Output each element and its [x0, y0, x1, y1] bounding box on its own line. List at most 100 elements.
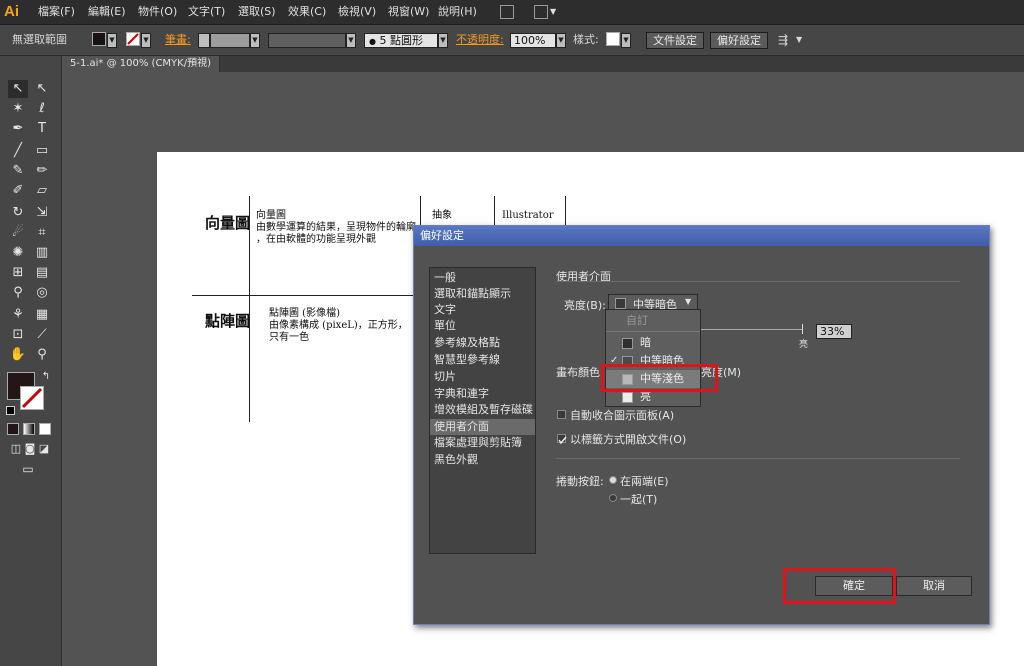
hand-tool-icon[interactable]: ✋ [8, 346, 28, 364]
dialog-title-bar[interactable]: 偏好設定 [414, 226, 989, 246]
bitmap-description-2: 只有一色 [269, 332, 309, 343]
rotate-tool-icon[interactable]: ↻ [8, 204, 28, 222]
category-general[interactable]: 一般 [430, 270, 535, 286]
none-mode-icon[interactable] [39, 423, 51, 435]
chevron-down-icon[interactable]: ▼ [796, 25, 802, 55]
blend-tool-icon[interactable]: ◎ [32, 284, 52, 302]
scroll-together-radio[interactable] [609, 494, 617, 502]
lasso-tool-icon[interactable]: ℓ [32, 100, 52, 118]
paintbrush-tool-icon[interactable]: ✎ [8, 162, 28, 180]
brightness-percent-field[interactable]: 33% [816, 324, 852, 339]
category-slices[interactable]: 切片 [430, 369, 535, 385]
category-plugins[interactable]: 增效模組及暫存磁碟 [430, 402, 535, 418]
menu-edit[interactable]: 編輯(E) [88, 0, 126, 24]
popup-option-dark[interactable]: 暗 [606, 334, 700, 352]
zoom-tool-icon[interactable]: ⚲ [32, 346, 52, 364]
bridge-icon[interactable] [500, 5, 514, 19]
arrange-documents-icon[interactable] [534, 5, 548, 19]
opacity-dropdown-icon[interactable]: ▼ [556, 33, 566, 48]
menu-effect[interactable]: 效果(C) [288, 0, 326, 24]
brush-dropdown-icon[interactable]: ▼ [438, 33, 448, 48]
rectangle-tool-icon[interactable]: ▭ [32, 142, 52, 160]
style-dropdown-icon[interactable]: ▼ [621, 33, 631, 48]
profile-dropdown-icon[interactable]: ▼ [346, 33, 356, 48]
eyedropper-tool-icon[interactable]: ⚲ [8, 284, 28, 302]
style-label: 樣式: [573, 33, 599, 46]
menu-window[interactable]: 視窗(W) [388, 0, 429, 24]
swap-colors-icon[interactable]: ↰ [36, 368, 56, 386]
symbol-tool-icon[interactable]: ⚘ [8, 306, 28, 324]
column-graph-tool-icon[interactable]: ▥ [32, 244, 52, 262]
pen-tool-icon[interactable]: ✒ [8, 120, 28, 138]
pencil-tool-icon[interactable]: ✏ [32, 162, 52, 180]
gradient-tool-icon[interactable]: ▤ [32, 264, 52, 282]
stroke-label[interactable]: 筆畫: [165, 25, 191, 55]
warp-tool-icon[interactable]: ☄ [8, 224, 28, 242]
color-mode-icon[interactable] [7, 423, 19, 435]
fill-dropdown-icon[interactable]: ▼ [107, 33, 117, 48]
type-tool-icon[interactable]: T [32, 120, 52, 138]
line-tool-icon[interactable]: ╱ [8, 142, 28, 160]
magic-wand-tool-icon[interactable]: ✶ [8, 100, 28, 118]
scale-tool-icon[interactable]: ⇲ [32, 204, 52, 222]
category-selection[interactable]: 選取和錨點顯示 [430, 286, 535, 302]
category-black-appearance[interactable]: 黑色外觀 [430, 452, 535, 468]
col-abstract: 抽象 [432, 210, 452, 221]
artboard-tool-icon[interactable]: ⊡ [8, 326, 28, 344]
category-units[interactable]: 單位 [430, 318, 535, 334]
cancel-button[interactable]: 取消 [896, 576, 972, 596]
stroke-stepper[interactable] [198, 33, 210, 48]
menu-bar: Ai 檔案(F) 編輯(E) 物件(O) 文字(T) 選取(S) 效果(C) 檢… [0, 0, 1024, 25]
category-guides-grid[interactable]: 參考線及格點 [430, 335, 535, 351]
category-smart-guides[interactable]: 智慧型參考線 [430, 352, 535, 368]
menu-select[interactable]: 選取(S) [238, 0, 276, 24]
symbol-sprayer-tool-icon[interactable]: ✺ [8, 244, 28, 262]
vector-heading: 向量圖 [205, 214, 251, 232]
stroke-swatch[interactable] [126, 32, 140, 46]
auto-collapse-checkbox[interactable] [557, 410, 566, 419]
scroll-ends-radio[interactable] [609, 476, 617, 484]
category-type[interactable]: 文字 [430, 302, 535, 318]
align-icon[interactable]: ⇶ [778, 25, 788, 55]
document-tab[interactable]: 5-1.ai* @ 100% (CMYK/預視) [62, 56, 220, 72]
free-transform-tool-icon[interactable]: ⌗ [32, 224, 52, 242]
graphic-style-swatch[interactable] [606, 32, 620, 46]
default-colors-icon[interactable] [6, 406, 15, 415]
slice-tool-icon[interactable]: ⟋ [32, 326, 52, 344]
stroke-weight-dropdown-icon[interactable]: ▼ [250, 33, 260, 48]
preferences-button[interactable]: 偏好設定 [710, 32, 768, 49]
blob-brush-tool-icon[interactable]: ✐ [8, 182, 28, 200]
stroke-dropdown-icon[interactable]: ▼ [141, 33, 151, 48]
open-in-tabs-checkbox[interactable] [557, 434, 567, 445]
opacity-label[interactable]: 不透明度: [456, 25, 504, 55]
menu-type[interactable]: 文字(T) [188, 0, 225, 24]
gradient-mode-icon[interactable] [23, 423, 35, 435]
graph-tool-icon[interactable]: ▦ [32, 306, 52, 324]
eraser-tool-icon[interactable]: ▱ [32, 182, 52, 200]
menu-help[interactable]: 說明(H) [438, 0, 477, 24]
checkmark-icon [558, 436, 567, 445]
brush-dropdown[interactable]: ● 5 點圓形 [364, 33, 438, 48]
mesh-tool-icon[interactable]: ⊞ [8, 264, 28, 282]
tools-panel: ↖ ↖ ✶ ℓ ✒ T ╱ ▭ ✎ ✏ ✐ ▱ ↻ ⇲ ☄ ⌗ ✺ ▥ ⊞ ▤ … [0, 56, 62, 666]
menu-object[interactable]: 物件(O) [138, 0, 177, 24]
category-file-handling[interactable]: 檔案處理與剪貼簿 [430, 435, 535, 451]
chevron-down-icon[interactable]: ▼ [550, 0, 556, 24]
dark-swatch-icon [622, 338, 633, 349]
category-hyphenation[interactable]: 字典和連字 [430, 386, 535, 402]
stroke-weight-field[interactable] [210, 33, 250, 48]
opacity-field[interactable]: 100% [510, 33, 556, 48]
draw-inside-icon[interactable]: ◪ [34, 440, 54, 458]
brightness-slider-thumb[interactable] [802, 324, 803, 334]
category-user-interface[interactable]: 使用者介面 [430, 419, 535, 435]
direct-selection-tool-icon[interactable]: ↖ [32, 80, 52, 98]
fill-swatch[interactable] [92, 32, 106, 46]
brush-dot-icon: ● [369, 37, 376, 46]
selection-tool-icon[interactable]: ↖ [8, 80, 28, 98]
screen-mode-icon[interactable]: ▭ [18, 460, 38, 478]
menu-view[interactable]: 檢視(V) [338, 0, 376, 24]
menu-file[interactable]: 檔案(F) [38, 0, 75, 24]
variable-width-profile[interactable] [268, 33, 346, 48]
stroke-color-box[interactable] [20, 386, 44, 410]
document-setup-button[interactable]: 文件設定 [646, 32, 704, 49]
